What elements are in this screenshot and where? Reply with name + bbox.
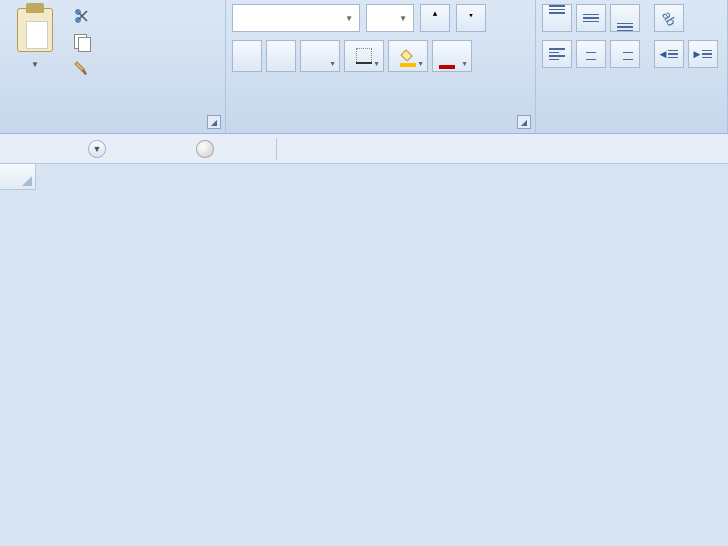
clipboard-dialog-launcher[interactable]: ◢ [207,115,221,129]
underline-button[interactable]: ▼ [300,40,340,72]
chevron-down-icon: ▼ [329,61,336,68]
increase-indent-button[interactable]: ▶ [688,40,718,68]
chevron-down-icon: ▼ [373,61,380,68]
copy-button[interactable] [70,32,102,52]
font-name-select[interactable]: ▼ [232,4,360,32]
font-group-label [232,127,529,133]
orientation-icon: ab [659,8,679,28]
spreadsheet-grid[interactable] [0,164,728,190]
align-left-button[interactable] [542,40,572,68]
shrink-font-button[interactable]: ▾ [456,4,486,32]
copy-icon [74,34,92,50]
scissors-icon [74,8,92,24]
orientation-button[interactable]: ab [654,4,684,32]
font-group: ▼ ▼ ▴ ▾ ▼ ▼ [226,0,536,133]
cancel-formula-icon [196,140,214,158]
align-top-icon [549,5,565,14]
alignment-group-label [542,127,721,133]
name-box-dropdown[interactable]: ▼ [88,140,106,158]
clipboard-group-label [6,127,219,133]
chevron-down-icon: ▼ [345,14,353,23]
align-bottom-button[interactable] [610,4,640,32]
alignment-group: ab ◀ ▶ [536,0,728,133]
increase-indent-icon: ▶ [694,49,713,60]
align-top-button[interactable] [542,4,572,32]
chevron-down-icon: ▼ [399,14,407,23]
decrease-indent-button[interactable]: ◀ [654,40,684,68]
clipboard-group: ▼ [0,0,226,133]
cut-button[interactable] [70,6,102,26]
format-painter-button[interactable] [70,58,102,78]
align-right-button[interactable] [610,40,640,68]
brush-icon [74,60,92,76]
chevron-down-icon: ▼ [417,61,424,68]
paste-icon [17,8,53,52]
font-color-button[interactable]: ▼ [432,40,472,72]
border-button[interactable]: ▼ [344,40,384,72]
bucket-icon [400,48,416,64]
formula-bar-row: ▼ [0,134,728,164]
align-center-icon [583,48,599,60]
decrease-indent-icon: ◀ [660,49,679,60]
select-all-corner[interactable] [0,164,36,190]
align-middle-button[interactable] [576,4,606,32]
shrink-font-icon: ▾ [469,11,473,26]
italic-button[interactable] [266,40,296,72]
align-left-icon [549,48,565,60]
bold-button[interactable] [232,40,262,72]
align-bottom-icon [617,23,633,32]
grow-font-button[interactable]: ▴ [420,4,450,32]
paste-button[interactable]: ▼ [6,4,64,92]
chevron-down-icon: ▼ [461,61,468,68]
fill-color-button[interactable]: ▼ [388,40,428,72]
align-center-button[interactable] [576,40,606,68]
chevron-down-icon: ▼ [31,60,39,69]
ribbon: ▼ [0,0,728,134]
align-middle-icon [583,14,599,23]
grow-font-icon: ▴ [433,8,438,27]
align-right-icon [617,48,633,60]
border-icon [356,48,372,64]
font-size-select[interactable]: ▼ [366,4,414,32]
font-dialog-launcher[interactable]: ◢ [517,115,531,129]
column-headers [0,164,728,190]
